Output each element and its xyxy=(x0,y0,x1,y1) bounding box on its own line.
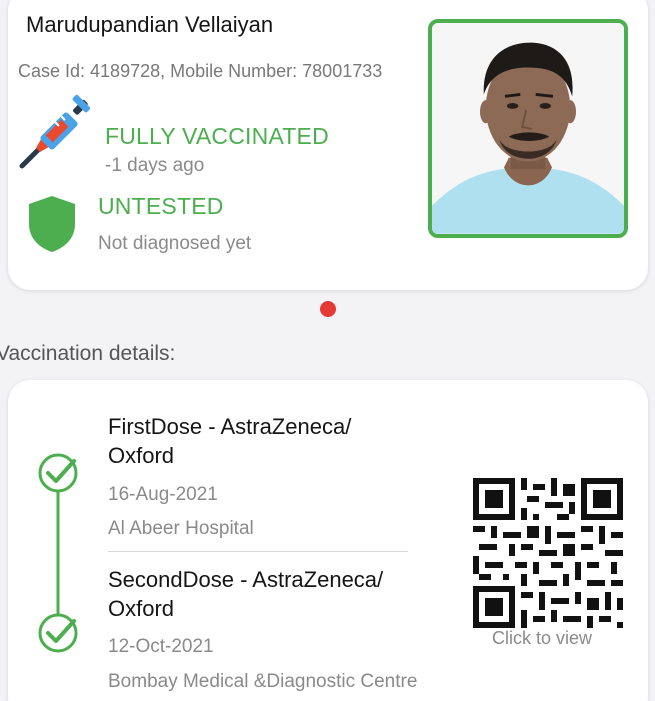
vaccination-status-title: FULLY VACCINATED xyxy=(105,123,329,149)
page-indicator-dot xyxy=(320,301,336,317)
qr-code-icon[interactable] xyxy=(473,478,623,628)
test-status-detail: Not diagnosed yet xyxy=(98,233,252,254)
syringe-icon xyxy=(19,94,91,169)
vaccination-status-time: -1 days ago xyxy=(105,155,205,176)
dose-timeline xyxy=(38,453,78,653)
case-info: Case Id: 4189728, Mobile Number: 7800173… xyxy=(18,61,383,81)
section-title: Vaccination details: xyxy=(0,342,176,365)
first-dose-place: Al Abeer Hospital xyxy=(108,518,254,539)
qr-caption[interactable]: Click to view xyxy=(492,628,592,649)
first-dose-date: 16-Aug-2021 xyxy=(108,484,218,505)
shield-icon xyxy=(29,196,75,252)
test-status-title: UNTESTED xyxy=(98,193,224,219)
person-photo[interactable] xyxy=(428,19,628,238)
second-dose-place: Bombay Medical &Diagnostic Centre xyxy=(108,671,418,692)
patient-name: Marudupandian Vellaiyan xyxy=(26,12,274,37)
first-dose-title: FirstDose - AstraZeneca/ Oxford xyxy=(108,414,352,468)
check-circle-icon xyxy=(38,453,78,493)
second-dose-title: SecondDose - AstraZeneca/ Oxford xyxy=(108,567,384,621)
check-circle-icon xyxy=(38,613,78,653)
dose-divider xyxy=(108,551,408,552)
second-dose-date: 12-Oct-2021 xyxy=(108,636,214,657)
